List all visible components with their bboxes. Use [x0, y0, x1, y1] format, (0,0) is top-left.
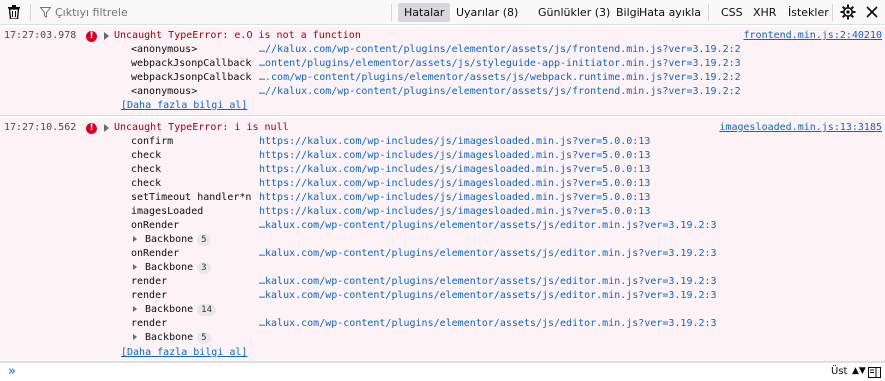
toolbar-divider — [708, 4, 709, 21]
stack-group-label: Backbone — [145, 234, 194, 245]
filter-icon — [40, 7, 51, 18]
console-toolbar: Çıktıyı filtrele Hatalar Uyarılar (8) Gü… — [0, 0, 885, 25]
stack-function: setTimeout handler*n — [131, 192, 252, 203]
error-message: Uncaught TypeError: i is null — [114, 122, 289, 133]
tab-css[interactable]: CSS — [717, 3, 747, 22]
stack-function: check — [131, 178, 162, 189]
tab-logs[interactable]: Günlükler (3) — [532, 3, 616, 22]
stack-group-count: 14 — [197, 304, 217, 316]
prompt-chevron-icon: » — [8, 364, 16, 379]
error-message: Uncaught TypeError: e.O is not a functio… — [114, 30, 361, 41]
stack-group-label: Backbone — [145, 304, 194, 315]
tab-errors[interactable]: Hatalar — [398, 3, 451, 22]
tab-warnings[interactable]: Uyarılar (8) — [450, 3, 524, 22]
trash-icon — [8, 5, 20, 19]
stack-url[interactable]: …kalux.com/wp-content/plugins/elementor/… — [259, 276, 717, 287]
learn-more-link[interactable]: [Daha fazla bilgi al] — [121, 347, 247, 358]
sort-arrows-icon[interactable]: ▲▼ — [852, 366, 866, 376]
stack-function: render — [131, 290, 168, 301]
console-input-bar[interactable]: » Üst ▲▼ — [0, 362, 885, 381]
stack-url[interactable]: …kalux.com/wp-content/plugins/elementor/… — [259, 290, 717, 301]
toolbar-divider — [832, 4, 833, 21]
stack-group[interactable]: Backbone 14 — [133, 304, 217, 316]
stack-url[interactable]: …kalux.com/wp-content/plugins/elementor/… — [259, 220, 717, 231]
source-link[interactable]: frontend.min.js:2:40210 — [744, 30, 882, 41]
stack-url[interactable]: https://kalux.com/wp-includes/js/imagesl… — [259, 136, 650, 147]
stack-url[interactable]: …ontent/plugins/elementor/assets/js/styl… — [259, 58, 741, 69]
stack-function: onRender — [131, 248, 180, 259]
learn-more-link[interactable]: [Daha fazla bilgi al] — [121, 100, 247, 111]
message-timestamp: 17:27:03.978 — [4, 30, 77, 41]
error-icon: ! — [86, 123, 97, 134]
filter-placeholder: Çıktıyı filtrele — [55, 6, 128, 19]
stack-url[interactable]: …kalux.com/wp-content/plugins/elementor/… — [259, 248, 717, 259]
stack-function: imagesLoaded — [131, 206, 204, 217]
expand-arrow-icon[interactable] — [104, 124, 109, 132]
stack-group[interactable]: Backbone 3 — [133, 262, 211, 274]
sidebar-toggle-icon[interactable] — [868, 367, 881, 378]
expand-arrow-icon[interactable] — [133, 306, 137, 312]
settings-button[interactable] — [838, 2, 858, 22]
console-message: 17:27:10.562 ! Uncaught TypeError: i is … — [0, 118, 885, 362]
stack-url[interactable]: https://kalux.com/wp-includes/js/imagesl… — [259, 150, 650, 161]
stack-url[interactable]: …//kalux.com/wp-content/plugins/elemento… — [259, 44, 741, 55]
stack-group[interactable]: Backbone 5 — [133, 234, 211, 246]
stack-group-label: Backbone — [145, 262, 194, 273]
stack-function: render — [131, 318, 168, 329]
stack-url[interactable]: https://kalux.com/wp-includes/js/imagesl… — [259, 206, 650, 217]
error-icon: ! — [86, 31, 97, 42]
expand-arrow-icon[interactable] — [133, 236, 137, 242]
stack-group-count: 5 — [197, 234, 211, 246]
position-label[interactable]: Üst — [831, 366, 847, 377]
stack-group-count: 5 — [197, 332, 211, 344]
clear-console-button[interactable] — [4, 2, 24, 22]
message-timestamp: 17:27:10.562 — [4, 122, 77, 133]
expand-arrow-icon[interactable] — [104, 32, 109, 40]
stack-function: onRender — [131, 220, 180, 231]
filter-output-input[interactable]: Çıktıyı filtrele — [40, 3, 380, 22]
expand-arrow-icon[interactable] — [133, 264, 137, 270]
stack-function: webpackJsonpCallback — [131, 72, 252, 83]
console-message: 17:27:03.978 ! Uncaught TypeError: e.O i… — [0, 27, 885, 116]
close-button[interactable] — [862, 2, 882, 22]
stack-group[interactable]: Backbone 5 — [133, 332, 211, 344]
expand-arrow-icon[interactable] — [133, 334, 137, 340]
stack-function: render — [131, 276, 168, 287]
stack-function: webpackJsonpCallback — [131, 58, 252, 69]
stack-url[interactable]: ….com/wp-content/plugins/elementor/asset… — [259, 72, 741, 83]
close-icon — [866, 6, 878, 18]
stack-url[interactable]: …//kalux.com/wp-content/plugins/elemento… — [259, 86, 741, 97]
stack-group-count: 3 — [197, 262, 211, 274]
stack-url[interactable]: https://kalux.com/wp-includes/js/imagesl… — [259, 192, 650, 203]
stack-function: check — [131, 164, 162, 175]
stack-function: <anonymous> — [131, 86, 198, 97]
stack-url[interactable]: https://kalux.com/wp-includes/js/imagesl… — [259, 178, 650, 189]
stack-function: <anonymous> — [131, 44, 198, 55]
source-link[interactable]: imagesloaded.min.js:13:3185 — [719, 122, 882, 133]
toolbar-divider — [391, 4, 392, 21]
toolbar-divider — [30, 4, 31, 21]
stack-url[interactable]: https://kalux.com/wp-includes/js/imagesl… — [259, 164, 650, 175]
stack-url[interactable]: …kalux.com/wp-content/plugins/elementor/… — [259, 318, 717, 329]
tab-requests[interactable]: İstekler — [784, 3, 833, 22]
stack-group-label: Backbone — [145, 332, 194, 343]
stack-function: confirm — [131, 136, 174, 147]
stack-function: check — [131, 150, 162, 161]
gear-icon — [840, 4, 856, 20]
tab-xhr[interactable]: XHR — [749, 3, 780, 22]
tab-debug[interactable]: Hata ayıkla — [633, 3, 707, 22]
